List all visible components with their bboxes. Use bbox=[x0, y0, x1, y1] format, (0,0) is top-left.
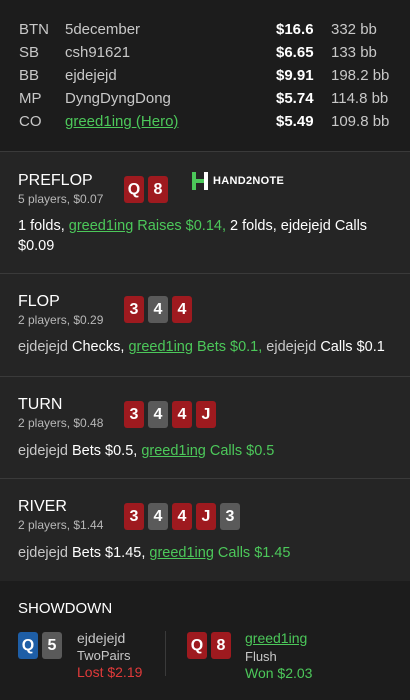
board-cards: 3 4 4 J 3 bbox=[124, 503, 240, 530]
card: 8 bbox=[211, 632, 231, 659]
player-stack: $5.49 bbox=[276, 113, 314, 130]
player-stack-bb: 133 bb bbox=[331, 44, 377, 61]
hero-result: Won $2.03 bbox=[245, 665, 313, 681]
card: 5 bbox=[42, 632, 62, 659]
player-stack-bb: 198.2 bb bbox=[331, 67, 390, 84]
logo-text: HAND2NOTE bbox=[213, 175, 285, 187]
card: 4 bbox=[148, 401, 168, 428]
action-text: Bets $0.1, bbox=[192, 339, 267, 355]
street-action: 1 folds, greed1ing Raises $0.14, 2 folds… bbox=[18, 216, 392, 256]
player-stack: $16.6 bbox=[276, 21, 314, 38]
player-row: BTN 5december $16.6 332 bb bbox=[0, 21, 410, 44]
action-text: Bets $0.5, bbox=[72, 443, 142, 459]
player-row: SB csh91621 $6.65 133 bb bbox=[0, 44, 410, 67]
card: 3 bbox=[220, 503, 240, 530]
board-cards: 3 4 4 J bbox=[124, 401, 216, 428]
street-title: PREFLOP bbox=[18, 172, 93, 189]
players-table: BTN 5december $16.6 332 bb SB csh91621 $… bbox=[0, 0, 410, 152]
action-text: ejdejejd bbox=[18, 545, 73, 561]
street-title: FLOP bbox=[18, 293, 60, 310]
card: Q bbox=[18, 632, 38, 659]
card: 4 bbox=[172, 401, 192, 428]
street-title: TURN bbox=[18, 396, 63, 413]
action-text: 1 folds, bbox=[18, 218, 69, 234]
player-name[interactable]: 5december bbox=[65, 21, 140, 38]
action-text: Calls bbox=[334, 218, 368, 234]
street-action: ejdejejd Bets $1.45, greed1ing Calls $1.… bbox=[18, 543, 392, 563]
card: 3 bbox=[124, 503, 144, 530]
hero-name-link[interactable]: greed1ing bbox=[69, 218, 134, 234]
player-row: BB ejdejejd $9.91 198.2 bb bbox=[0, 67, 410, 90]
player-name[interactable]: csh91621 bbox=[65, 44, 130, 61]
street-info: 2 players, $0.48 bbox=[18, 416, 104, 430]
hero-name-link[interactable]: greed1ing bbox=[141, 443, 206, 459]
action-text: ejdejejd bbox=[266, 339, 321, 355]
card: J bbox=[196, 503, 216, 530]
villain-name[interactable]: ejdejejd bbox=[77, 630, 125, 646]
action-text: Calls $0.5 bbox=[205, 443, 275, 459]
villain-result: Lost $2.19 bbox=[77, 664, 143, 680]
hero-showdown-cards: Q 8 bbox=[187, 632, 231, 659]
villain-cards: Q 5 bbox=[18, 632, 62, 659]
player-stack-bb: 114.8 bb bbox=[331, 90, 389, 107]
street-info: 2 players, $1.44 bbox=[18, 518, 104, 532]
board-cards: 3 4 4 bbox=[124, 296, 192, 323]
action-text: Calls $1.45 bbox=[213, 545, 291, 561]
action-text: Raises $0.14, bbox=[133, 218, 231, 234]
hero-name-link[interactable]: greed1ing bbox=[128, 339, 193, 355]
card: 8 bbox=[148, 176, 168, 203]
street-action: ejdejejd Checks, greed1ing Bets $0.1, ej… bbox=[18, 337, 392, 357]
action-text: Bets $1.45, bbox=[72, 545, 150, 561]
player-stack: $6.65 bbox=[276, 44, 314, 61]
action-text: ejdejejd bbox=[18, 443, 73, 459]
street-title: RIVER bbox=[18, 498, 67, 515]
player-name[interactable]: DyngDyngDong bbox=[65, 90, 171, 107]
player-stack: $5.74 bbox=[276, 90, 314, 107]
street-info: 2 players, $0.29 bbox=[18, 313, 104, 327]
player-position: BTN bbox=[19, 21, 49, 38]
street-action: ejdejejd Bets $0.5, greed1ing Calls $0.5 bbox=[18, 441, 392, 461]
showdown-title: SHOWDOWN bbox=[18, 600, 113, 617]
hero-hole-cards: Q 8 bbox=[124, 176, 168, 203]
card: 3 bbox=[124, 296, 144, 323]
villain-hand: TwoPairs bbox=[77, 648, 131, 663]
card: Q bbox=[187, 632, 207, 659]
action-text: ejdejejd bbox=[18, 339, 73, 355]
player-stack-bb: 109.8 bb bbox=[331, 113, 390, 130]
hand2note-logo-icon bbox=[192, 172, 208, 190]
card: 4 bbox=[148, 503, 168, 530]
player-row-hero: CO greed1ing (Hero) $5.49 109.8 bb bbox=[0, 113, 410, 136]
hero-hand: Flush bbox=[245, 649, 277, 664]
action-text: $0.09 bbox=[18, 238, 55, 254]
card: 4 bbox=[148, 296, 168, 323]
player-row: MP DyngDyngDong $5.74 114.8 bb bbox=[0, 90, 410, 113]
action-text: 2 folds, ejdejejd bbox=[230, 218, 335, 234]
card: 4 bbox=[172, 503, 192, 530]
player-position: SB bbox=[19, 44, 40, 61]
showdown-divider bbox=[165, 631, 166, 676]
card: Q bbox=[124, 176, 144, 203]
player-position: CO bbox=[19, 113, 42, 130]
hero-name: greed1ing bbox=[65, 113, 132, 130]
street-info: 5 players, $0.07 bbox=[18, 192, 104, 206]
player-stack: $9.91 bbox=[276, 67, 314, 84]
hero-showdown-name[interactable]: greed1ing bbox=[245, 630, 307, 646]
hero-name-link[interactable]: greed1ing bbox=[149, 545, 214, 561]
action-text: Checks, bbox=[72, 339, 129, 355]
hero-player-name[interactable]: greed1ing (Hero) bbox=[65, 113, 178, 130]
player-name[interactable]: ejdejejd bbox=[65, 67, 117, 84]
street-river: RIVER 2 players, $1.44 3 4 4 J 3 ejdejej… bbox=[0, 479, 410, 581]
street-flop: FLOP 2 players, $0.29 3 4 4 ejdejejd Che… bbox=[0, 274, 410, 377]
card: 4 bbox=[172, 296, 192, 323]
action-text: Calls $0.1 bbox=[320, 339, 385, 355]
hand2note-logo: HAND2NOTE bbox=[191, 171, 284, 191]
showdown-panel: SHOWDOWN Q 5 ejdejejd TwoPairs Lost $2.1… bbox=[0, 581, 410, 700]
player-position: MP bbox=[19, 90, 42, 107]
player-stack-bb: 332 bb bbox=[331, 21, 377, 38]
hero-tag: (Hero) bbox=[131, 113, 179, 130]
player-position: BB bbox=[19, 67, 40, 84]
card: 3 bbox=[124, 401, 144, 428]
card: J bbox=[196, 401, 216, 428]
street-turn: TURN 2 players, $0.48 3 4 4 J ejdejejd B… bbox=[0, 377, 410, 479]
